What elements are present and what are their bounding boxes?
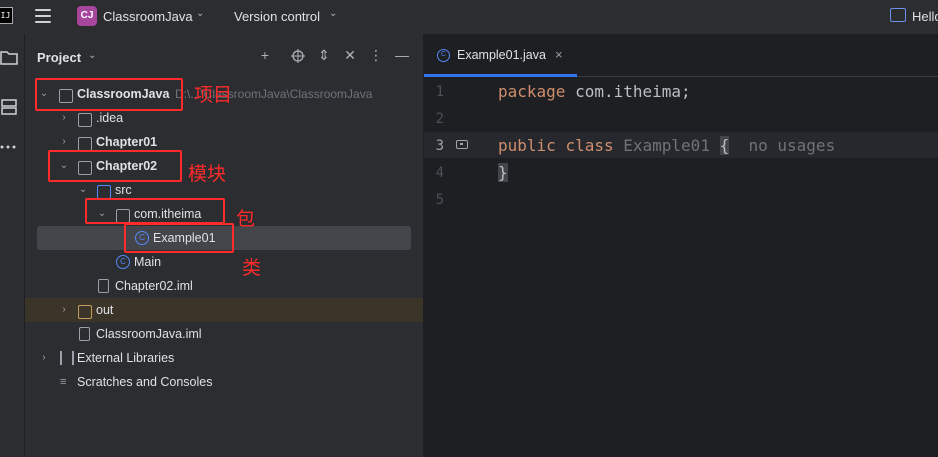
more-icon[interactable]: [0, 138, 18, 156]
tree-item-label: Main: [134, 255, 162, 269]
tree-item-out[interactable]: › out: [25, 298, 423, 322]
annotation-label-module: 模块: [188, 163, 227, 185]
code-line-4[interactable]: }: [498, 163, 508, 182]
keyword: class: [565, 136, 614, 155]
tool-window-strip: [0, 34, 25, 457]
tree-item-external-libraries[interactable]: › External Libraries: [25, 346, 423, 370]
options-icon[interactable]: ⋮: [368, 47, 384, 64]
tab-active-indicator: [424, 74, 577, 77]
expand-all-icon[interactable]: ⇕: [316, 47, 332, 64]
tree-item-label: Chapter02.iml: [115, 279, 193, 293]
tree-item-label: ClassroomJava.iml: [96, 327, 202, 341]
tree-item-label: Scratches and Consoles: [77, 375, 213, 389]
collapse-all-icon[interactable]: ✕: [342, 47, 358, 64]
annotation-box-project: [35, 78, 183, 111]
run-gutter-icon[interactable]: [456, 140, 468, 149]
main-class-icon: C: [116, 255, 130, 269]
project-badge[interactable]: CJ: [77, 6, 97, 26]
brace: {: [719, 136, 730, 155]
chevron-right-icon[interactable]: ›: [59, 298, 69, 322]
tree-item-scratches[interactable]: ≡ Scratches and Consoles: [25, 370, 423, 394]
line-number: 2: [435, 111, 444, 127]
annotation-label-package: 包: [236, 208, 256, 230]
code-line-3[interactable]: public class Example01 { no usages: [498, 136, 835, 155]
line-number: 1: [435, 84, 444, 100]
code-line-1[interactable]: package com.itheima;: [498, 82, 691, 101]
locate-icon[interactable]: [290, 49, 306, 63]
run-config-icon[interactable]: [890, 8, 906, 22]
brace: }: [498, 163, 508, 182]
editor: C Example01.java × 1 2 3 4 5 package com…: [424, 34, 938, 457]
tab-label: Example01.java: [457, 48, 546, 62]
tree-item-classroomjava-iml[interactable]: ClassroomJava.iml: [25, 322, 423, 346]
close-icon[interactable]: ×: [555, 47, 563, 62]
usages-hint[interactable]: no usages: [749, 136, 836, 155]
editor-tab-bar: C Example01.java ×: [424, 34, 938, 77]
chevron-down-icon[interactable]: ⌄: [88, 50, 96, 61]
source-folder-icon: [97, 185, 111, 199]
title-bar: IJ CJ ClassroomJava ⌄ Version control ⌄ …: [0, 0, 938, 34]
annotation-box-module: [48, 150, 182, 182]
scratches-icon: ≡: [60, 376, 67, 388]
keyword: public: [498, 136, 556, 155]
panel-title[interactable]: Project: [37, 50, 81, 65]
annotation-label-project: 项目: [194, 84, 233, 106]
structure-icon[interactable]: [0, 98, 18, 116]
tree-item-main[interactable]: C Main: [25, 250, 423, 274]
tree-item-chapter02-iml[interactable]: Chapter02.iml: [25, 274, 423, 298]
main-menu-icon[interactable]: [35, 9, 51, 23]
line-number: 5: [435, 192, 444, 208]
line-number: 4: [435, 165, 444, 181]
chevron-right-icon[interactable]: ›: [39, 346, 49, 370]
tree-item-label: External Libraries: [77, 351, 175, 365]
line-number: 3: [435, 138, 444, 154]
intellij-icon[interactable]: IJ: [0, 7, 13, 24]
class-icon: C: [437, 49, 450, 62]
module-folder-icon: [78, 137, 92, 151]
annotation-box-package: [85, 198, 225, 224]
code-text: com.itheima;: [565, 82, 691, 101]
iml-file-icon: [79, 327, 90, 341]
folder-icon: [78, 113, 92, 127]
keyword: package: [498, 82, 566, 101]
tab-example01[interactable]: C Example01.java ×: [424, 34, 577, 77]
project-folder-icon[interactable]: [0, 48, 18, 66]
annotation-label-class: 类: [242, 257, 262, 279]
hide-icon[interactable]: —: [394, 47, 410, 63]
library-icon: [60, 351, 74, 365]
class-name: Example01: [623, 136, 710, 155]
version-control-menu[interactable]: Version control: [234, 9, 320, 24]
tree-item-label: out: [96, 303, 114, 317]
add-icon[interactable]: +: [257, 47, 273, 63]
excluded-folder-icon: [78, 305, 92, 319]
project-name[interactable]: ClassroomJava: [103, 9, 193, 24]
run-config-label[interactable]: Hello: [912, 9, 938, 24]
chevron-down-icon[interactable]: ⌄: [329, 8, 337, 19]
iml-file-icon: [98, 279, 109, 293]
chevron-down-icon[interactable]: ⌄: [196, 8, 204, 19]
annotation-box-class: [124, 223, 234, 253]
